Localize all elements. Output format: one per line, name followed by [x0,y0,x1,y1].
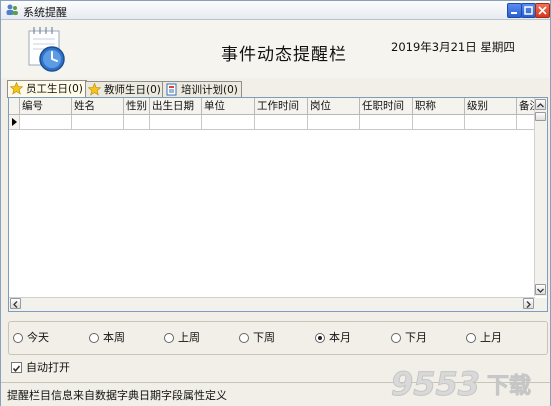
radio-label: 今天 [27,331,49,344]
grid-cell[interactable] [255,115,308,129]
grid-cell[interactable] [360,115,413,129]
scroll-right-button[interactable] [523,298,534,309]
grid-cell[interactable] [150,115,202,129]
tab-training-plan[interactable]: 培训计划(0) [162,81,242,98]
radio-dot [164,333,174,343]
radio-last-week[interactable]: 上周 [164,331,200,345]
header-panel: 事件动态提醒栏 2019年3月21日 星期四 [1,20,550,78]
grid-cell[interactable] [202,115,255,129]
status-text: 提醒栏目信息来自数据字典日期字段属性定义 [7,389,227,402]
title-bar[interactable]: 系统提醒 [1,1,550,20]
horizontal-scrollbar[interactable] [9,297,535,311]
users-icon [6,4,18,15]
current-row-indicator [9,115,20,129]
data-grid[interactable]: 编号 姓名 性别 出生日期 单位 工作时间 岗位 任职时间 职称 级别 备注 [8,97,548,312]
scroll-down-button[interactable] [535,284,546,295]
row-indicator-header [9,98,20,114]
arrow-up-icon [537,103,544,108]
grid-cell[interactable] [413,115,465,129]
radio-next-week[interactable]: 下周 [239,331,275,345]
radio-label: 本周 [103,331,125,344]
grid-cell[interactable] [72,115,124,129]
scroll-thumb[interactable] [535,112,546,121]
maximize-icon [524,6,533,15]
radio-label: 本月 [329,331,351,344]
tab-label: 员工生日(0) [26,83,83,95]
tab-teacher-birthdays[interactable]: 教师生日(0) [85,81,165,98]
auto-open-checkbox[interactable]: 自动打开 [11,361,70,375]
radio-label: 下周 [253,331,275,344]
radio-next-month[interactable]: 下月 [391,331,427,345]
arrow-right-icon [526,301,531,308]
arrow-right-icon [12,118,17,126]
grid-cell[interactable] [308,115,360,129]
table-row[interactable] [9,115,535,130]
reminder-window: 系统提醒 事件动态提醒栏 2019年3月21日 星期四 员工生日(0) 教师生日… [0,0,551,406]
grid-cell[interactable] [465,115,517,129]
scroll-up-button[interactable] [535,99,546,110]
checkbox-box [11,362,22,373]
arrow-down-icon [537,288,544,293]
column-header[interactable]: 备注 [517,98,535,114]
calendar-clock-icon [28,27,65,72]
watermark-logo: 9553 下载 [391,365,532,404]
column-header[interactable]: 岗位 [308,98,360,114]
column-header[interactable]: 性别 [124,98,150,114]
column-header[interactable]: 出生日期 [150,98,202,114]
tab-label: 培训计划(0) [181,84,238,96]
minimize-button[interactable] [507,3,522,18]
period-filter-group: 今天 本周 上周 下周 本月 下月 上月 [8,321,548,355]
column-header[interactable]: 工作时间 [255,98,308,114]
close-button[interactable] [535,3,550,18]
arrow-left-icon [13,301,18,308]
current-date: 2019年3月21日 星期四 [391,40,515,54]
vertical-scrollbar[interactable] [534,98,547,296]
document-icon [166,83,177,96]
tab-label: 教师生日(0) [104,84,161,96]
radio-label: 上周 [178,331,200,344]
column-header[interactable]: 姓名 [72,98,124,114]
radio-dot [239,333,249,343]
grid-cell[interactable] [124,115,150,129]
column-header[interactable]: 职称 [413,98,465,114]
radio-this-month[interactable]: 本月 [315,331,351,345]
minimize-icon [511,12,517,14]
radio-this-week[interactable]: 本周 [89,331,125,345]
radio-today[interactable]: 今天 [13,331,49,345]
window-title: 系统提醒 [23,6,67,19]
tab-employee-birthdays[interactable]: 员工生日(0) [7,80,87,98]
checkmark-icon [12,365,21,372]
grid-cell[interactable] [517,115,535,129]
svg-text:9553: 9553 [391,365,480,403]
checkbox-label: 自动打开 [26,361,70,374]
maximize-button[interactable] [521,3,536,18]
radio-last-month[interactable]: 上月 [466,331,502,345]
radio-label: 上月 [480,331,502,344]
svg-text:下载: 下载 [487,373,531,399]
radio-dot [466,333,476,343]
radio-dot [89,333,99,343]
column-header[interactable]: 编号 [20,98,72,114]
grid-header: 编号 姓名 性别 出生日期 单位 工作时间 岗位 任职时间 职称 级别 备注 [9,98,535,115]
scroll-left-button[interactable] [10,298,21,309]
star-icon [10,82,23,95]
radio-dot [13,333,23,343]
close-icon [538,6,547,15]
grid-cell[interactable] [20,115,72,129]
column-header[interactable]: 单位 [202,98,255,114]
radio-label: 下月 [405,331,427,344]
column-header[interactable]: 任职时间 [360,98,413,114]
column-header[interactable]: 级别 [465,98,517,114]
page-title: 事件动态提醒栏 [221,45,347,65]
radio-dot-selected [315,333,325,343]
scrollbar-corner [535,298,547,311]
star-icon [88,83,101,96]
radio-dot [391,333,401,343]
